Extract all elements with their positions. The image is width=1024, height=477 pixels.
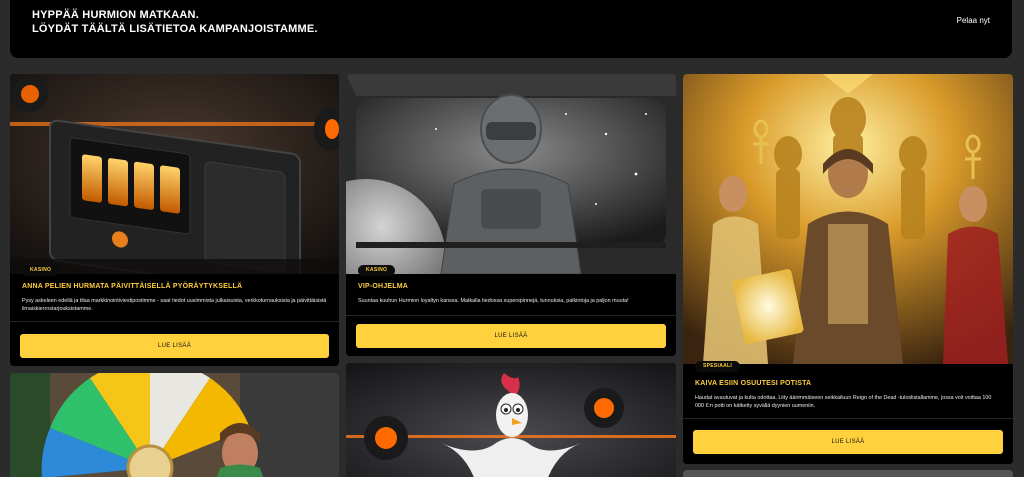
promo-card-daily-spin: KASINO ANNA PELIEN HURMATA PÄIVITTÄISELL… — [10, 74, 339, 366]
card-divider — [346, 315, 676, 316]
card-body: SPESIAALI KAIVA ESIIN OSUUTESI POTISTA H… — [683, 361, 1013, 464]
card-title: VIP-OHJELMA — [358, 283, 409, 290]
card-body: KASINO VIP-OHJELMA Suuntaa kuuhun Hurmio… — [346, 262, 676, 356]
egyptian-adventure-illustration — [683, 74, 1013, 364]
card-image-astronaut — [346, 74, 676, 274]
read-more-button[interactable]: LUE LISÄÄ — [356, 324, 666, 348]
card-title: KAIVA ESIIN OSUUTESI POTISTA — [695, 380, 812, 387]
card-description: Pysy askeleen edellä ja tilaa markkinoin… — [22, 298, 327, 312]
card-image-egyptian — [683, 74, 1013, 364]
card-image-wheel — [10, 373, 339, 477]
chicken-illustration — [346, 363, 676, 477]
promo-card-next — [683, 470, 1013, 477]
card-title: ANNA PELIEN HURMATA PÄIVITTÄISELLÄ PYÖRÄ… — [22, 283, 243, 290]
card-divider — [10, 321, 339, 322]
promo-banner: HYPPÄÄ HURMION MATKAAN. LÖYDÄT TÄÄLTÄ LI… — [10, 0, 1012, 58]
category-badge: KASINO — [358, 265, 396, 276]
category-badge: KASINO — [22, 265, 60, 276]
promo-card-vip: KASINO VIP-OHJELMA Suuntaa kuuhun Hurmio… — [346, 74, 676, 356]
read-more-button[interactable]: LUE LISÄÄ — [693, 430, 1003, 454]
card-image-chicken — [346, 363, 676, 477]
banner-title-line2: LÖYDÄT TÄÄLTÄ LISÄTIETOA KAMPANJOISTAMME… — [32, 23, 318, 35]
play-now-link[interactable]: Pelaa nyt — [957, 16, 990, 25]
card-divider — [683, 418, 1013, 419]
slot-spaceship-illustration — [10, 74, 339, 274]
banner-title-line1: HYPPÄÄ HURMION MATKAAN. — [32, 9, 199, 21]
fortune-wheel-illustration — [10, 373, 339, 477]
astronaut-illustration — [346, 74, 676, 274]
card-body: KASINO ANNA PELIEN HURMATA PÄIVITTÄISELL… — [10, 262, 339, 366]
card-description: Haudat avautuvat ja kulta odottaa. Liity… — [695, 395, 992, 409]
read-more-button[interactable]: LUE LISÄÄ — [20, 334, 329, 358]
promo-card-chicken — [346, 363, 676, 477]
card-image-slot-spaceship — [10, 74, 339, 274]
promo-card-wheel — [10, 373, 339, 477]
banner-title: HYPPÄÄ HURMION MATKAAN. LÖYDÄT TÄÄLTÄ LI… — [32, 8, 318, 36]
category-badge: SPESIAALI — [695, 361, 741, 372]
promo-card-treasure: SPESIAALI KAIVA ESIIN OSUUTESI POTISTA H… — [683, 74, 1013, 464]
card-description: Suuntaa kuuhun Hurmion loyaltyn kanssa. … — [358, 298, 629, 304]
